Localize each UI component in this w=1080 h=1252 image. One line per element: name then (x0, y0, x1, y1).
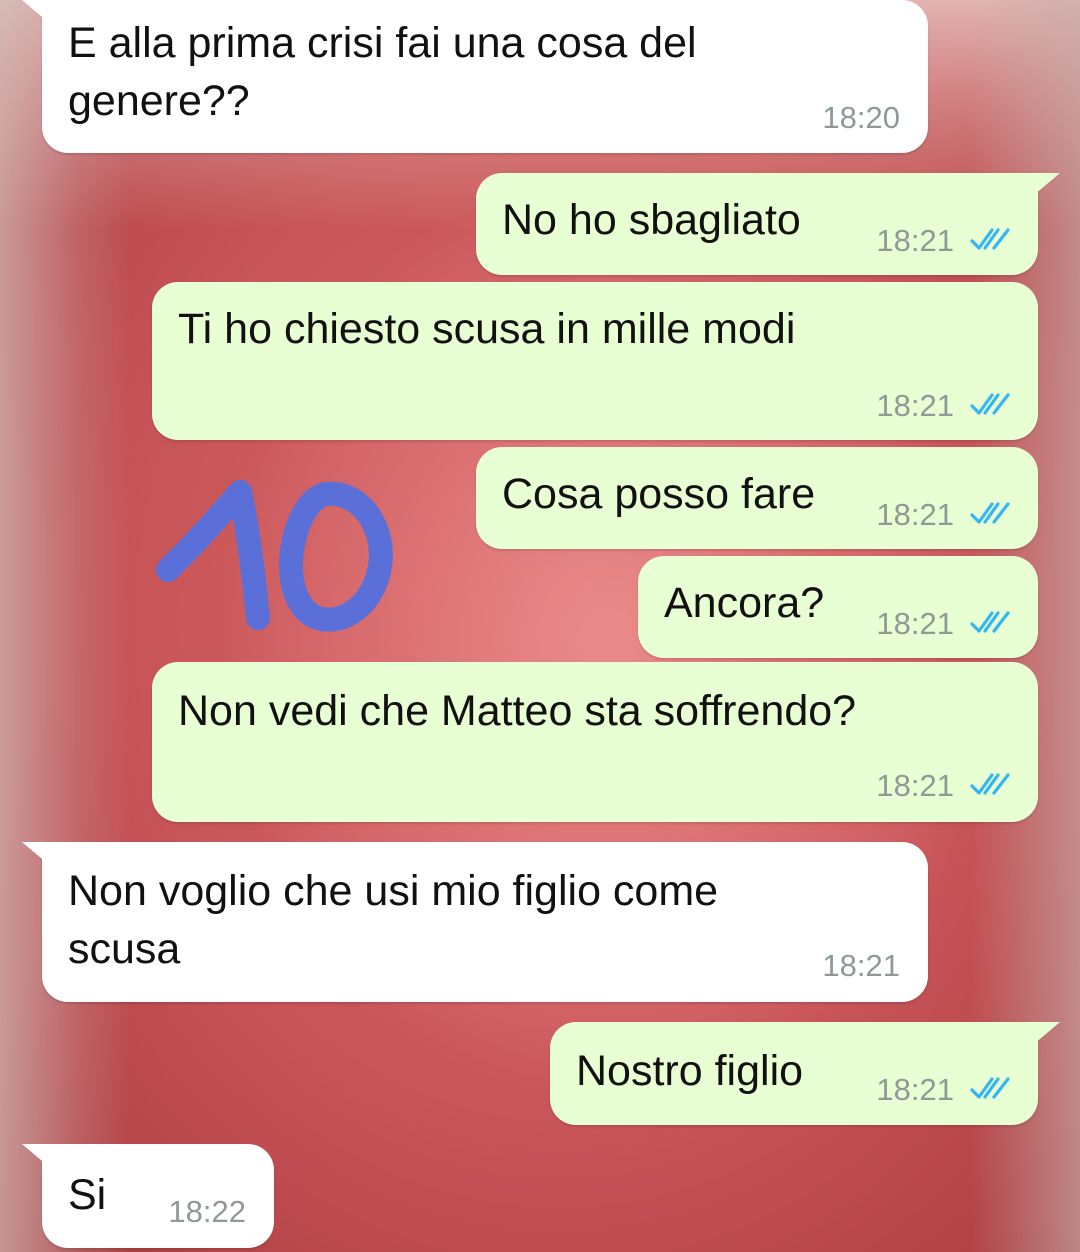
message-bubble-incoming[interactable]: Si 18:22 (22, 1144, 274, 1248)
sticker-label: 10 (148, 470, 150, 471)
message-text-line: Non voglio che usi mio figlio come (68, 867, 719, 915)
double-check-icon (970, 611, 1010, 633)
message-timestamp: 18:21 (822, 948, 900, 983)
double-check-icon (970, 228, 1010, 250)
message-bubble-incoming[interactable]: Non voglio che usi mio figlio come scusa… (22, 842, 928, 1002)
message-text: E alla prima crisi fai una cosa del gene… (68, 14, 908, 130)
message-timestamp: 18:21 (876, 497, 954, 532)
message-text-line: No ho sbagliato (502, 196, 801, 244)
message-text-line: Ancora? (664, 579, 825, 627)
message-text-line: Ti ho chiesto scusa in mille modi (178, 305, 796, 353)
message-timestamp: 18:22 (168, 1194, 246, 1229)
message-text: Ti ho chiesto scusa in mille modi (178, 300, 795, 358)
message-text-line: Nostro figlio (576, 1047, 804, 1095)
message-text: No ho sbagliato (502, 191, 801, 249)
message-timestamp: 18:21 (876, 1072, 954, 1107)
message-text-line: Non vedi che Matteo sta soffrendo? (178, 687, 857, 735)
message-text-line: Si (68, 1171, 107, 1219)
message-text: Si (68, 1166, 106, 1224)
message-bubble-outgoing[interactable]: Non vedi che Matteo sta soffrendo? 18:21 (152, 662, 1038, 822)
message-text: Ancora? (664, 574, 824, 632)
double-check-icon (970, 502, 1010, 524)
message-text-line: Cosa posso fare (502, 470, 816, 518)
double-check-icon (970, 1077, 1010, 1099)
message-timestamp: 18:21 (876, 388, 954, 423)
message-text-line: E alla prima crisi fai una cosa del (68, 19, 697, 67)
message-bubble-outgoing[interactable]: Ti ho chiesto scusa in mille modi 18:21 (152, 282, 1038, 440)
message-text-line: scusa (68, 925, 181, 973)
message-timestamp: 18:21 (876, 768, 954, 803)
message-text: Nostro figlio (576, 1042, 803, 1100)
message-text: Non voglio che usi mio figlio come scusa (68, 862, 908, 978)
message-timestamp: 18:20 (822, 100, 900, 135)
double-check-icon (970, 393, 1010, 415)
message-timestamp: 18:21 (876, 223, 954, 258)
sticker-digit-one (156, 480, 270, 630)
message-bubble-incoming[interactable]: E alla prima crisi fai una cosa del gene… (22, 0, 928, 153)
hand-drawn-number-sticker: 10 (148, 470, 393, 632)
message-text-line: genere?? (68, 77, 250, 125)
message-bubble-outgoing[interactable]: Cosa posso fare 18:21 (476, 447, 1038, 549)
wallpaper-shade-left (0, 0, 130, 1252)
message-timestamp: 18:21 (876, 606, 954, 641)
double-check-icon (970, 773, 1010, 795)
message-text: Cosa posso fare (502, 465, 815, 523)
message-bubble-outgoing[interactable]: Nostro figlio 18:21 (550, 1022, 1060, 1125)
message-text: Non vedi che Matteo sta soffrendo? (178, 682, 856, 740)
message-bubble-outgoing[interactable]: No ho sbagliato 18:21 (476, 173, 1060, 275)
message-bubble-outgoing[interactable]: Ancora? 18:21 (638, 556, 1038, 658)
sticker-digit-zero (279, 481, 393, 632)
